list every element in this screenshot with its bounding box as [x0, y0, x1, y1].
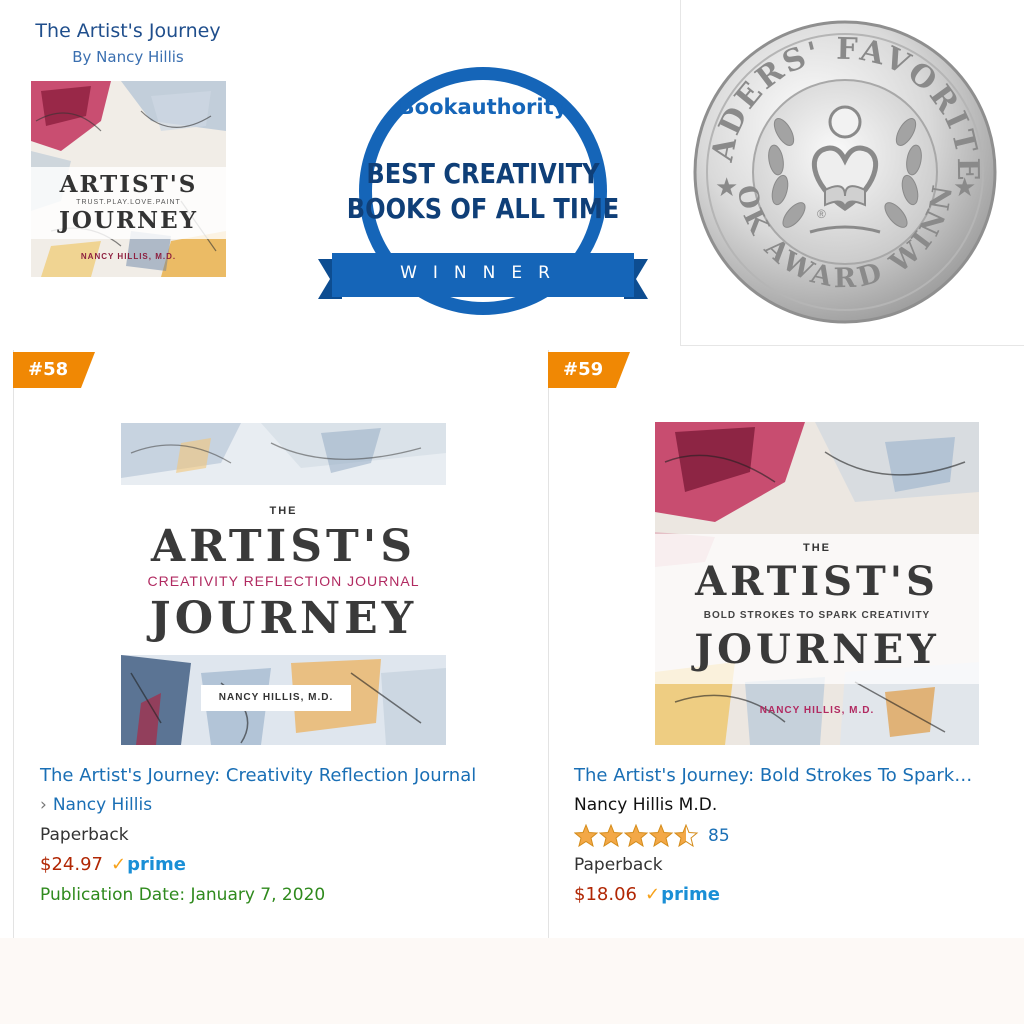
- product-price-row: $18.06 ✓prime: [574, 884, 720, 905]
- prime-check-icon: ✓: [110, 854, 127, 875]
- small-cover-author: NANCY HILLIS, M.D.: [80, 252, 177, 261]
- product-title-link[interactable]: The Artist's Journey: Bold Strokes To Sp…: [574, 765, 972, 786]
- product-format: Paperback: [574, 855, 663, 875]
- product-author: › Nancy Hillis: [40, 795, 152, 815]
- prime-label: prime: [127, 854, 186, 875]
- bookauthority-line2: BOOKS OF ALL TIME: [346, 192, 620, 225]
- cover-author: NANCY HILLIS, M.D.: [759, 705, 875, 716]
- bookauthority-ribbon-text: WINNER: [400, 263, 566, 283]
- prime-label: prime: [661, 884, 720, 905]
- bookauthority-line1: BEST CREATIVITY: [366, 157, 600, 190]
- cover-the: THE: [269, 505, 298, 517]
- product-card[interactable]: #59 THE ARTIST'S BOLD STROKES TO SPARK C…: [548, 350, 1024, 938]
- cover-line2: JOURNEY: [694, 626, 940, 673]
- small-cover-line1: ARTIST'S: [59, 171, 198, 198]
- promo-divider-vertical: [680, 0, 681, 345]
- svg-text:★: ★: [715, 172, 738, 202]
- readers-favorite-seal: READERS' FAVORITE® BOOK AWARD WINNER ★ ★…: [674, 0, 1000, 342]
- product-card[interactable]: #58 THE ARTIST'S CREATIVITY REFLECTION J…: [13, 350, 548, 938]
- half-star-icon: [674, 824, 698, 847]
- cover-subtitle: BOLD STROKES TO SPARK CREATIVITY: [703, 610, 931, 621]
- prime-badge: ✓prime: [111, 854, 186, 875]
- seal-reg-mark: ®: [817, 207, 826, 221]
- small-cover-line2: JOURNEY: [58, 207, 199, 234]
- product-title-link[interactable]: The Artist's Journey: Creativity Reflect…: [40, 765, 476, 786]
- promo-book-cover: ARTIST'S TRUST.PLAY.LOVE.PAINT JOURNEY N…: [31, 81, 226, 277]
- bookauthority-logo: Bookauthority: [398, 95, 568, 119]
- cover-line1: ARTIST'S: [150, 521, 417, 572]
- product-price: $18.06: [574, 884, 637, 905]
- prime-check-icon: ✓: [644, 884, 661, 905]
- product-price: $24.97: [40, 854, 103, 875]
- star-icon: [574, 824, 598, 847]
- rating-row[interactable]: 85: [574, 824, 730, 848]
- author-link[interactable]: Nancy Hillis: [53, 795, 152, 815]
- rank-label: #58: [28, 359, 69, 380]
- footer-background: [0, 938, 1024, 1024]
- promo-book-title: The Artist's Journey: [35, 20, 221, 42]
- star-icon: [599, 824, 623, 847]
- rating-count-link[interactable]: 85: [708, 826, 730, 846]
- star-rating[interactable]: [574, 824, 699, 848]
- product-price-row: $24.97 ✓prime: [40, 854, 186, 875]
- star-icon: [624, 824, 648, 847]
- promo-divider-horizontal: [680, 345, 1024, 346]
- bookauthority-award-badge: Bookauthority BEST CREATIVITY BOOKS OF A…: [318, 63, 648, 331]
- promo-book-panel: The Artist's Journey By Nancy Hillis ART…: [0, 0, 256, 330]
- cover-subtitle: CREATIVITY REFLECTION JOURNAL: [147, 573, 420, 589]
- prime-badge: ✓prime: [645, 884, 720, 905]
- cover-the: THE: [803, 542, 831, 554]
- publication-date: Publication Date: January 7, 2020: [40, 885, 326, 905]
- product-cover-image[interactable]: THE ARTIST'S BOLD STROKES TO SPARK CREAT…: [655, 422, 979, 745]
- rank-badge: #59: [548, 352, 630, 388]
- svg-text:★: ★: [953, 172, 976, 202]
- star-icon: [649, 824, 673, 847]
- promo-book-author: By Nancy Hillis: [72, 48, 184, 66]
- cover-author: NANCY HILLIS, M.D.: [218, 692, 334, 703]
- chevron-right-icon: ›: [40, 795, 47, 815]
- small-cover-tagline: TRUST.PLAY.LOVE.PAINT: [76, 199, 181, 206]
- rank-badge: #58: [13, 352, 95, 388]
- product-format: Paperback: [40, 825, 129, 845]
- rank-label: #59: [563, 359, 604, 380]
- cover-line1: ARTIST'S: [695, 558, 939, 605]
- product-cover-image[interactable]: THE ARTIST'S CREATIVITY REFLECTION JOURN…: [121, 423, 446, 745]
- product-author: Nancy Hillis M.D.: [574, 795, 718, 815]
- cover-line2: JOURNEY: [149, 593, 418, 644]
